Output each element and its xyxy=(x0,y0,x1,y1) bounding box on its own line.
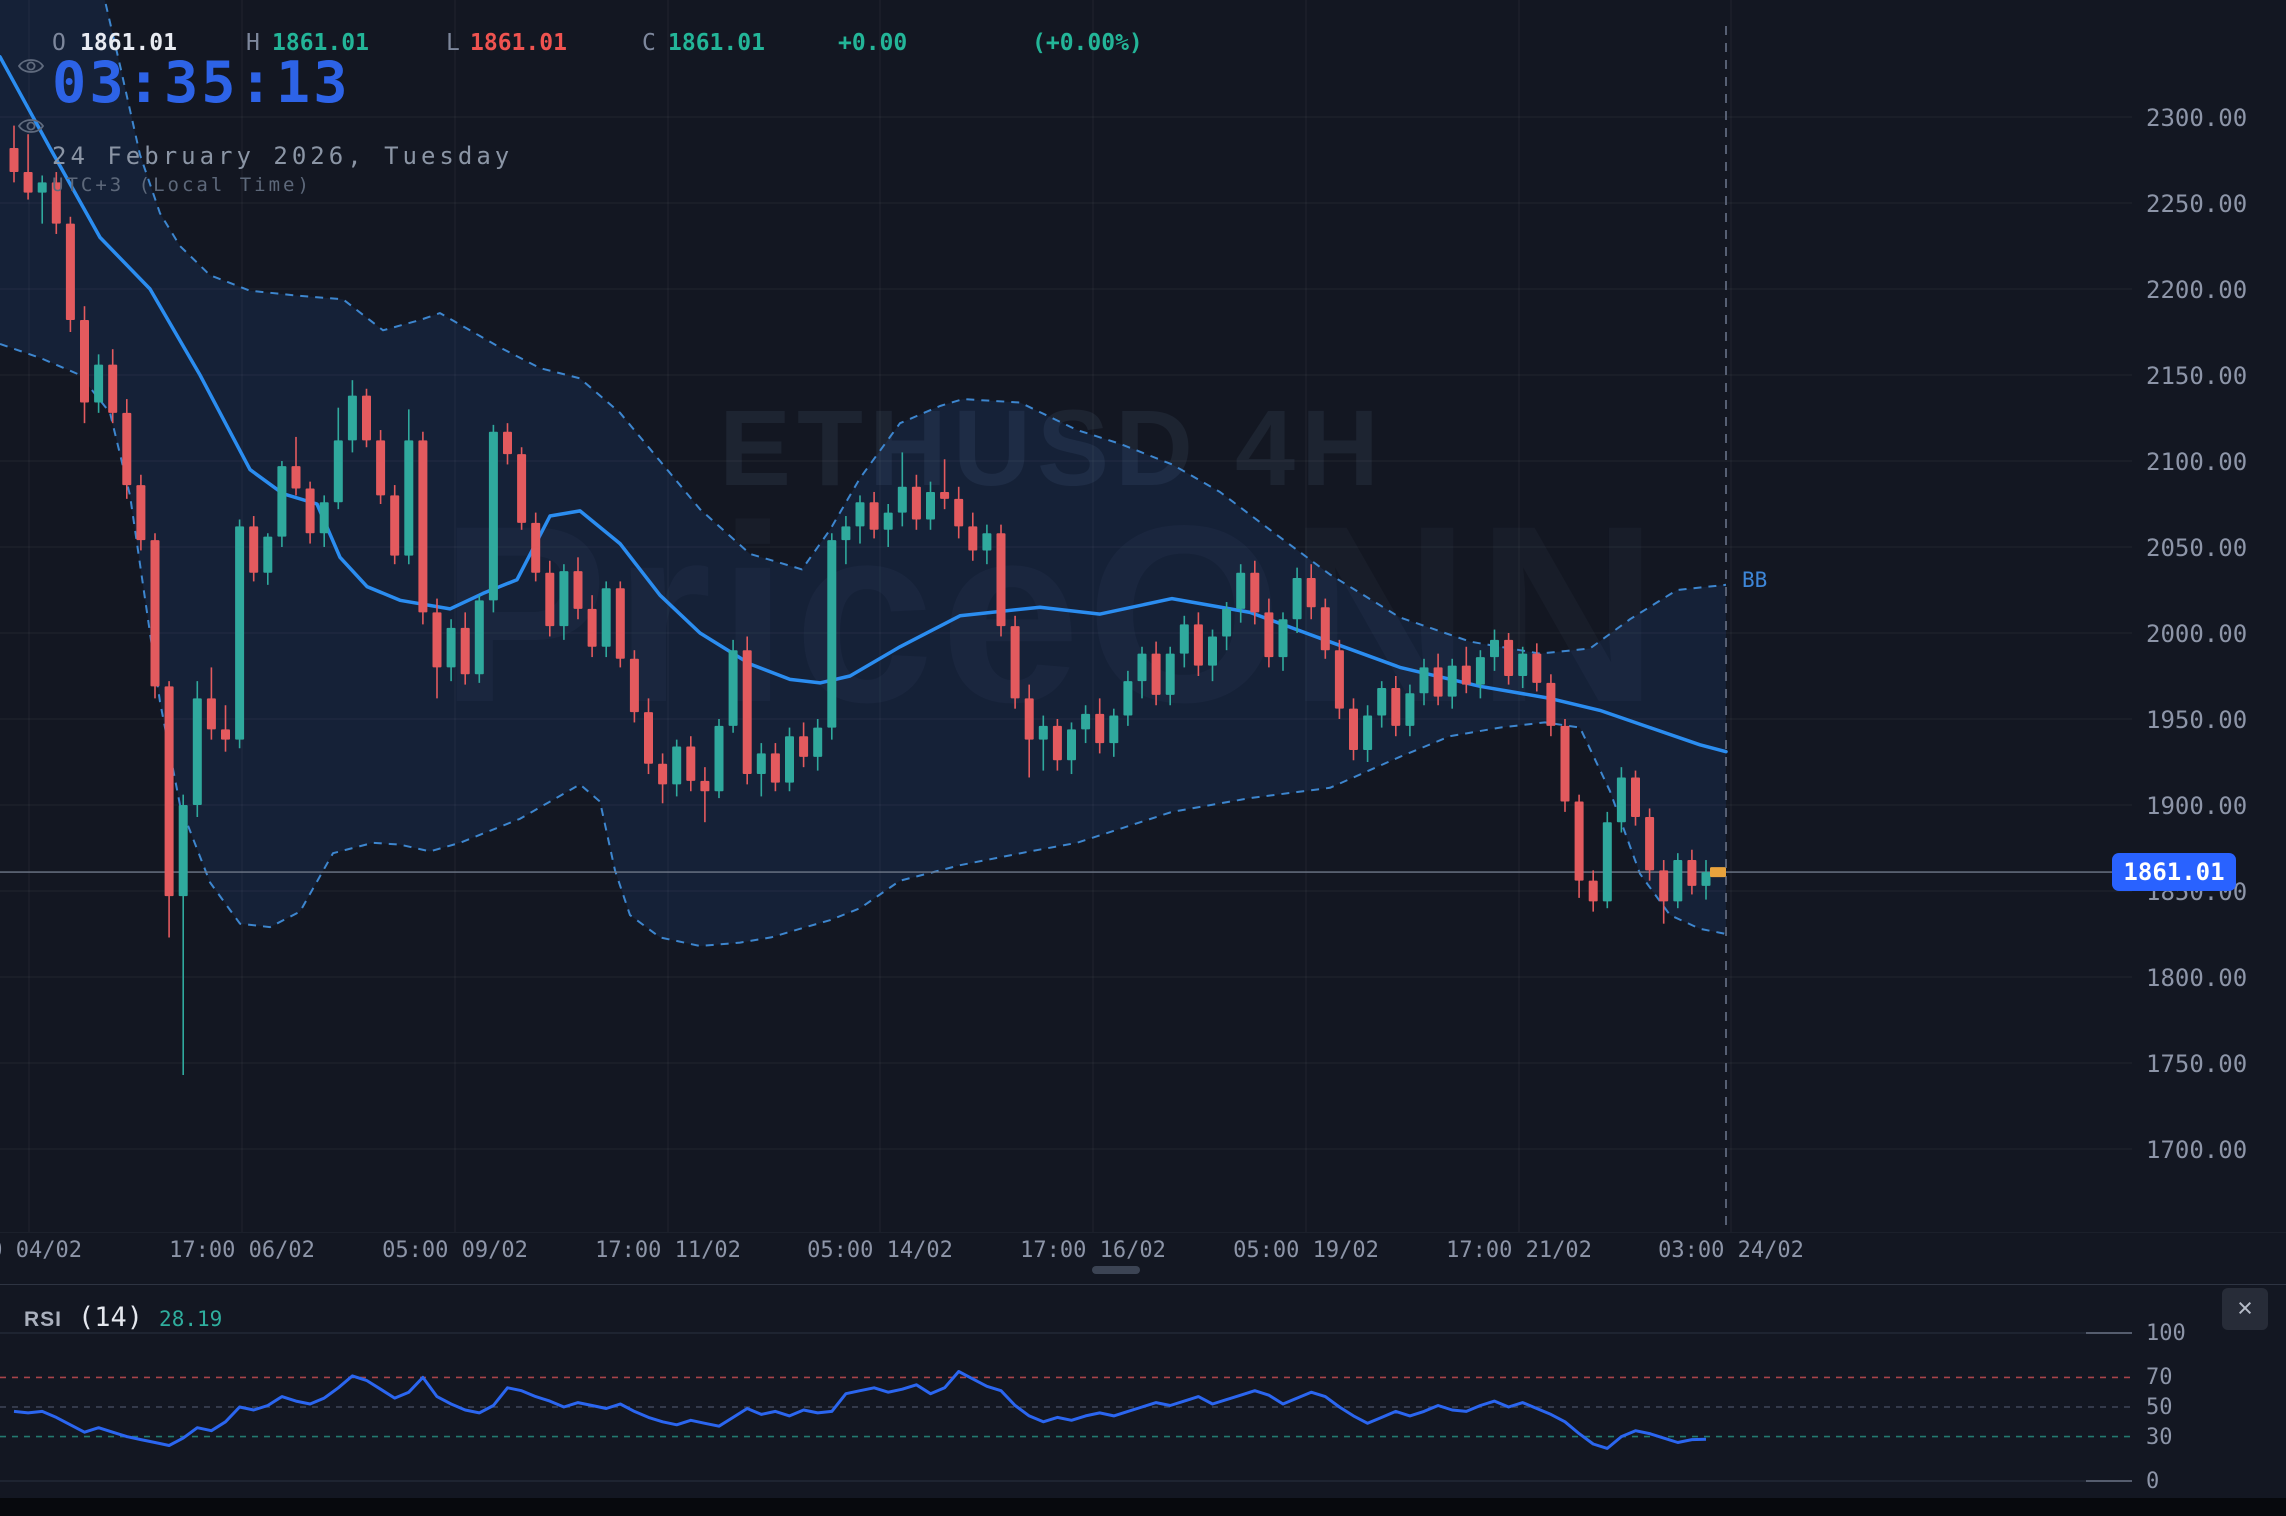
time-axis-label: 05:00 19/02 xyxy=(1233,1238,1379,1263)
rsi-params: (14) xyxy=(78,1302,144,1333)
price-axis-label: 2100.00 xyxy=(2146,448,2248,476)
time-axis[interactable]: 00 04/02 17:00 06/02 05:00 09/02 17:00 11/0… xyxy=(0,1232,2286,1284)
rsi-axis-label: 50 xyxy=(2146,1395,2173,1420)
change-pct: (+0.00%) xyxy=(1032,30,1143,56)
rsi-axis-label: 0 xyxy=(2146,1469,2160,1494)
price-axis-label: 2000.00 xyxy=(2146,620,2248,648)
price-chart-canvas[interactable] xyxy=(0,0,2286,1232)
time-axis-label: 05:00 09/02 xyxy=(382,1238,528,1263)
low-label: L xyxy=(446,30,460,56)
rsi-axis-label: 70 xyxy=(2146,1365,2173,1391)
price-axis-label: 2300.00 xyxy=(2146,104,2248,132)
price-axis-label: 2200.00 xyxy=(2146,276,2248,304)
time-axis-label: 17:00 11/02 xyxy=(595,1238,741,1263)
price-axis-label: 1800.00 xyxy=(2146,964,2248,992)
rsi-title: RSI xyxy=(24,1308,63,1331)
eye-icon[interactable] xyxy=(18,56,44,76)
time-axis-label: 17:00 16/02 xyxy=(1020,1238,1166,1263)
current-price-badge: 1861.01 xyxy=(2112,853,2236,891)
change-value: +0.00 xyxy=(838,30,908,56)
time-axis-label: 17:00 06/02 xyxy=(169,1238,315,1263)
rsi-header: RSI (14) 28.19 xyxy=(24,1302,222,1333)
rsi-levels xyxy=(0,1332,2132,1482)
rsi-axis-label: 30 xyxy=(2146,1424,2173,1450)
low-value: 1861.01 xyxy=(470,30,567,56)
trading-chart-window: ETHUSD 4H PriceONN O 1861.01 H 1861.01 L… xyxy=(0,0,2286,1516)
eye-icon[interactable] xyxy=(18,116,44,136)
date-label: 24 February 2026, Tuesday xyxy=(52,142,514,170)
price-axis-label: 1750.00 xyxy=(2146,1050,2248,1078)
rsi-canvas[interactable] xyxy=(0,1285,2286,1499)
rsi-axis-label: 100 xyxy=(2146,1321,2186,1346)
close-value: 1861.01 xyxy=(668,30,765,56)
price-axis-label: 2050.00 xyxy=(2146,534,2248,562)
time-axis-label: 03:00 24/02 xyxy=(1658,1238,1804,1263)
candle-countdown-timer: 03:35:13 xyxy=(52,50,351,116)
price-axis-label: 2150.00 xyxy=(2146,362,2248,390)
time-axis-label: 00 04/02 xyxy=(0,1238,82,1263)
close-label: C xyxy=(642,30,656,56)
time-axis-label: 05:00 14/02 xyxy=(807,1238,953,1263)
pane-resize-handle[interactable] xyxy=(1092,1266,1140,1274)
timezone-label: UTC+3 (Local Time) xyxy=(52,174,312,196)
price-axis-label: 1900.00 xyxy=(2146,792,2248,820)
time-axis-label: 17:00 21/02 xyxy=(1446,1238,1592,1263)
price-axis-label: 2250.00 xyxy=(2146,190,2248,218)
bollinger-band-label: BB xyxy=(1742,568,1768,592)
current-candle-marker xyxy=(1710,867,1726,878)
price-axis-label: 1700.00 xyxy=(2146,1136,2248,1164)
rsi-value: 28.19 xyxy=(159,1307,223,1331)
rsi-pane-border xyxy=(0,1284,2286,1285)
close-button[interactable]: × xyxy=(2222,1288,2268,1330)
bottom-bar xyxy=(0,1498,2286,1516)
price-axis-label: 1950.00 xyxy=(2146,706,2248,734)
